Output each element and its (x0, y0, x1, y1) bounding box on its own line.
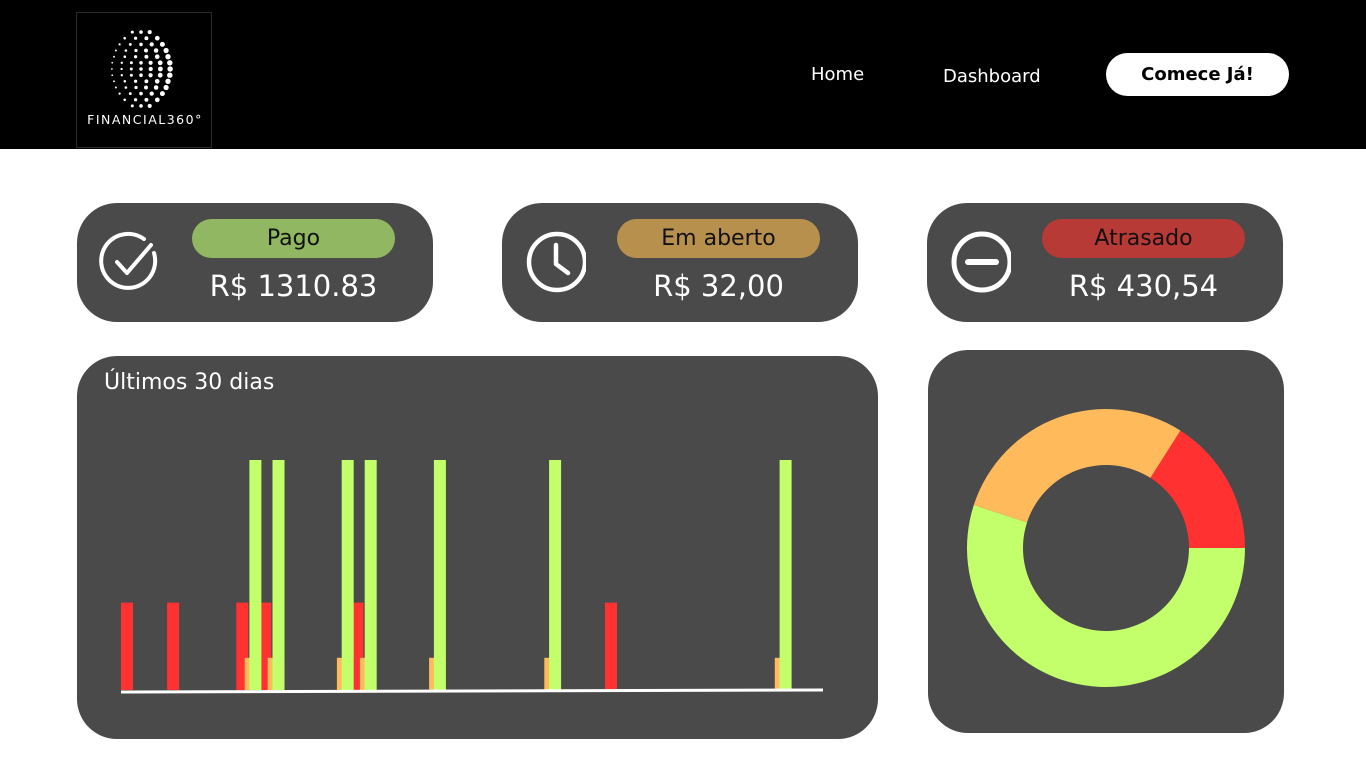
bar-day-7-series-2 (272, 460, 285, 690)
bar-day-19-series-2 (549, 460, 562, 690)
status-badge-late: Atrasado (1042, 219, 1245, 258)
open-card: Em aberto R$ 32,00 (502, 203, 858, 322)
bar-day-6-series-2 (249, 460, 262, 690)
bar-day-1-series-0 (121, 602, 133, 690)
paid-card: Pago R$ 1310.83 (77, 203, 433, 322)
logo-text: FINANCIAL360° (87, 112, 203, 127)
bar-day-10-series-2 (341, 460, 354, 690)
status-badge-open: Em aberto (617, 219, 820, 258)
late-amount: R$ 430,54 (1068, 269, 1219, 303)
globe-icon (111, 30, 173, 108)
x-axis (120, 688, 824, 694)
paid-amount: R$ 1310.83 (209, 269, 378, 303)
late-card: Atrasado R$ 430,54 (927, 203, 1283, 322)
status-donut-chart (928, 350, 1284, 733)
clock-icon (526, 231, 586, 293)
bar-day-11-series-2 (364, 460, 377, 690)
bar-day-14-series-2 (433, 460, 446, 690)
open-amount: R$ 32,00 (653, 269, 784, 303)
bar-day-3-series-0 (167, 602, 180, 690)
top-navbar: FINANCIAL360° Home Dashboard Comece Já! (0, 0, 1366, 149)
status-badge-paid: Pago (192, 219, 395, 258)
minus-circle-icon (951, 231, 1011, 293)
last-30-days-chart: Últimos 30 dias (77, 356, 878, 739)
bar-day-22-series-0 (605, 602, 617, 690)
chart-title: Últimos 30 dias (104, 370, 275, 395)
nav-home-link[interactable]: Home (811, 64, 864, 85)
bar-day-29-series-2 (779, 460, 792, 690)
donut-slice-1 (973, 409, 1181, 523)
nav-dashboard-link[interactable]: Dashboard (943, 66, 1041, 87)
logo[interactable]: FINANCIAL360° (76, 12, 212, 148)
start-now-button[interactable]: Comece Já! (1106, 53, 1289, 96)
donut-chart (966, 409, 1245, 687)
check-circle-icon (99, 231, 158, 290)
bar-chart (120, 460, 824, 694)
